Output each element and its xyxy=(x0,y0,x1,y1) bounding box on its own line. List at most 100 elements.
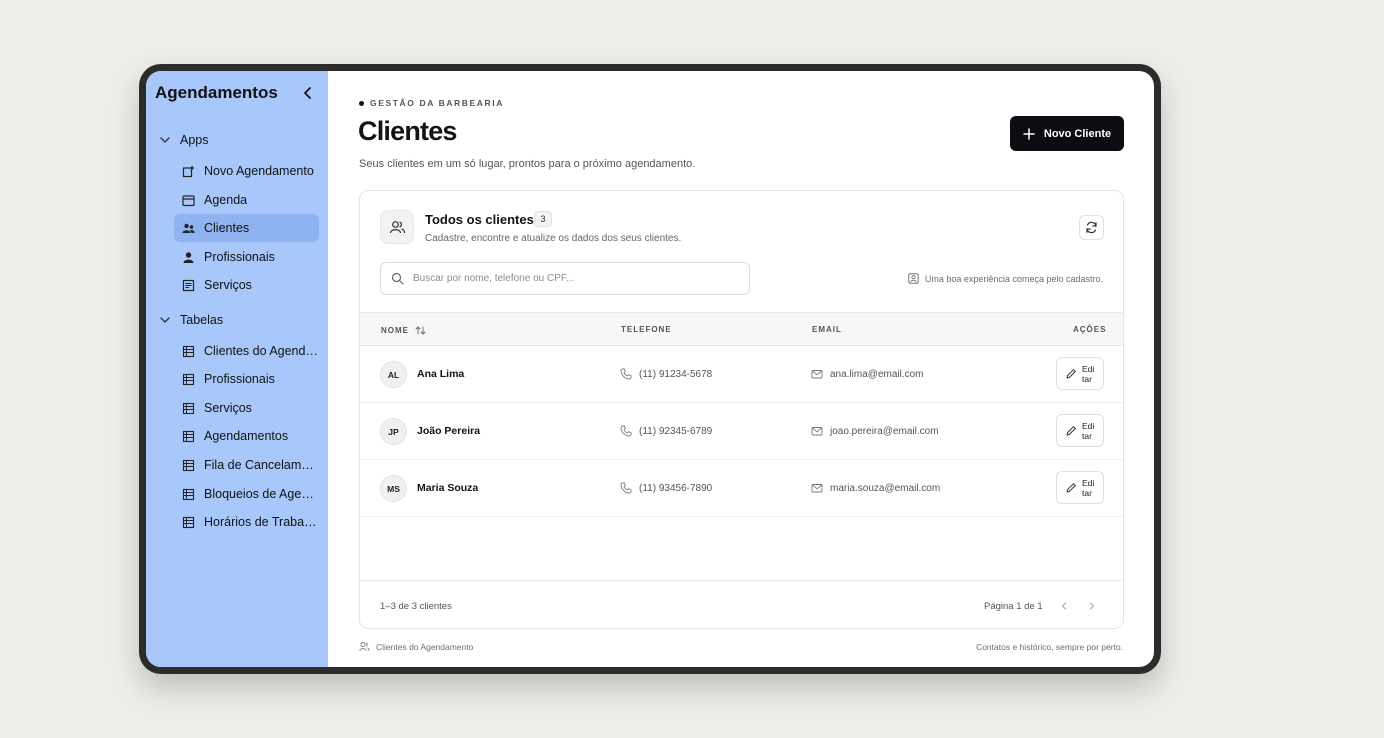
client-email: maria.souza@email.com xyxy=(811,482,940,494)
edit-label: Editar xyxy=(1082,420,1095,441)
table-icon xyxy=(182,373,195,385)
edit-button[interactable]: Editar xyxy=(1056,471,1104,504)
client-email-text: maria.souza@email.com xyxy=(830,482,941,494)
user-icon xyxy=(183,251,194,263)
search-input[interactable] xyxy=(413,273,733,284)
column-name[interactable]: NOME xyxy=(381,325,426,336)
chevron-left-icon[interactable] xyxy=(300,85,316,101)
main-content: GESTÃO DA BARBEARIA Clientes Seus client… xyxy=(328,71,1154,667)
sidebar-item-fila-de-cancelamentos[interactable]: Fila de Cancelamentos xyxy=(174,451,319,479)
column-email: EMAIL xyxy=(812,325,842,334)
sidebar-item-agendamentos-table[interactable]: Agendamentos xyxy=(174,422,319,450)
pencil-icon xyxy=(1066,482,1076,492)
avatar: AL xyxy=(380,361,407,388)
client-phone-text: (11) 93456-7890 xyxy=(639,482,713,494)
client-email-text: ana.lima@email.com xyxy=(830,368,924,380)
app-window: Agendamentos Apps Novo Agendamento Agend… xyxy=(146,71,1154,667)
table-icon xyxy=(182,488,195,500)
page-info: Página 1 de 1 xyxy=(984,601,1043,612)
count-badge: 3 xyxy=(534,211,552,227)
pencil-icon xyxy=(1066,425,1076,435)
users-icon xyxy=(359,642,370,652)
table-icon xyxy=(182,459,195,471)
sidebar-item-profissionais-table[interactable]: Profissionais xyxy=(174,365,319,393)
sidebar-item-servicos-table[interactable]: Serviços xyxy=(174,394,319,422)
mail-icon xyxy=(811,370,823,379)
sidebar-item-label: Profissionais xyxy=(204,250,275,264)
new-client-button[interactable]: Novo Cliente xyxy=(1010,116,1124,151)
chevron-down-icon xyxy=(160,137,170,143)
eyebrow-text: GESTÃO DA BARBEARIA xyxy=(370,98,504,108)
mail-icon xyxy=(811,484,823,493)
sidebar-item-horarios-de-trabalho[interactable]: Horários de Trabalho xyxy=(174,508,319,536)
footer-left-text: Clientes do Agendamento xyxy=(376,641,474,652)
sidebar-item-servicos[interactable]: Serviços xyxy=(174,271,319,299)
sidebar-item-novo-agendamento[interactable]: Novo Agendamento xyxy=(174,157,319,185)
sidebar-group-tabelas[interactable]: Tabelas xyxy=(158,313,223,327)
sidebar-item-label: Clientes xyxy=(204,221,250,235)
phone-icon xyxy=(620,368,632,380)
table-icon xyxy=(182,430,195,442)
page-subtitle: Seus clientes em um só lugar, prontos pa… xyxy=(359,158,696,170)
sidebar-item-label: Bloqueios de Agenda xyxy=(204,487,319,501)
sidebar-item-label: Agenda xyxy=(204,193,248,207)
search-icon xyxy=(391,272,404,285)
edit-label: Editar xyxy=(1082,477,1095,498)
hint-text: Uma boa experiência começa pelo cadastro… xyxy=(924,273,1103,284)
client-phone: (11) 91234-5678 xyxy=(620,368,712,380)
contact-card-icon xyxy=(908,273,919,284)
card-subtitle: Cadastre, encontre e atualize os dados d… xyxy=(425,233,682,244)
sidebar-item-agenda[interactable]: Agenda xyxy=(174,186,319,214)
sidebar-item-clientes[interactable]: Clientes xyxy=(174,214,319,242)
client-email-text: joao.pereira@email.com xyxy=(830,425,939,437)
sidebar-item-label: Fila de Cancelamentos xyxy=(204,458,319,472)
sidebar-item-label: Serviços xyxy=(204,278,252,292)
sidebar-title: Agendamentos xyxy=(155,83,278,102)
phone-icon xyxy=(620,425,632,437)
users-icon xyxy=(182,223,195,233)
pagination-bar: 1–3 de 3 clientes Página 1 de 1 xyxy=(360,580,1123,628)
client-phone-text: (11) 91234-5678 xyxy=(639,368,713,380)
table-header: NOME TELEFONE EMAIL AÇÕES xyxy=(360,312,1123,346)
avatar: MS xyxy=(380,475,407,502)
card-title: Todos os clientes xyxy=(425,212,534,227)
next-page-button[interactable] xyxy=(1082,596,1102,616)
hint: Uma boa experiência começa pelo cadastro… xyxy=(908,273,1103,284)
sidebar-item-clientes-do-agendamento[interactable]: Clientes do Agendamento xyxy=(174,337,319,365)
column-name-label: NOME xyxy=(381,326,409,335)
page-title: Clientes xyxy=(358,116,457,146)
column-actions: AÇÕES xyxy=(1073,325,1107,334)
sidebar-group-apps[interactable]: Apps xyxy=(158,133,209,147)
edit-button[interactable]: Editar xyxy=(1056,357,1104,390)
table-icon xyxy=(182,402,195,414)
users-icon xyxy=(380,210,414,244)
edit-button[interactable]: Editar xyxy=(1056,414,1104,447)
sidebar-item-label: Novo Agendamento xyxy=(204,164,314,178)
sort-icon[interactable] xyxy=(415,325,426,336)
phone-icon xyxy=(620,482,632,494)
prev-page-button[interactable] xyxy=(1054,596,1074,616)
sidebar-item-bloqueios-de-agenda[interactable]: Bloqueios de Agenda xyxy=(174,480,319,508)
sidebar: Agendamentos Apps Novo Agendamento Agend… xyxy=(146,71,328,667)
refresh-button[interactable] xyxy=(1079,215,1104,240)
clients-card: Todos os clientes 3 Cadastre, encontre e… xyxy=(359,190,1124,629)
client-name: Maria Souza xyxy=(417,482,479,494)
client-name: João Pereira xyxy=(417,425,481,437)
table-row: JP João Pereira (11) 92345-6789 joao.per… xyxy=(360,403,1123,460)
client-name: Ana Lima xyxy=(417,368,465,380)
chevron-down-icon xyxy=(160,317,170,323)
edit-label: Editar xyxy=(1082,363,1095,384)
table-row: AL Ana Lima (11) 91234-5678 ana.lima@ema… xyxy=(360,346,1123,403)
table-row: MS Maria Souza (11) 93456-7890 maria.sou… xyxy=(360,460,1123,517)
table-icon xyxy=(182,516,195,528)
dot-icon xyxy=(359,100,364,106)
client-phone-text: (11) 92345-6789 xyxy=(639,425,713,437)
tablet-frame: Agendamentos Apps Novo Agendamento Agend… xyxy=(139,64,1161,674)
client-email: ana.lima@email.com xyxy=(811,368,924,380)
calendar-icon xyxy=(182,194,195,206)
new-client-label: Novo Cliente xyxy=(1043,127,1112,140)
footer-tagline: Contatos e histórico, sempre por perto. xyxy=(976,642,1123,652)
chevron-right-icon xyxy=(1089,602,1095,610)
search-field[interactable] xyxy=(380,262,750,295)
sidebar-item-profissionais[interactable]: Profissionais xyxy=(174,243,319,271)
